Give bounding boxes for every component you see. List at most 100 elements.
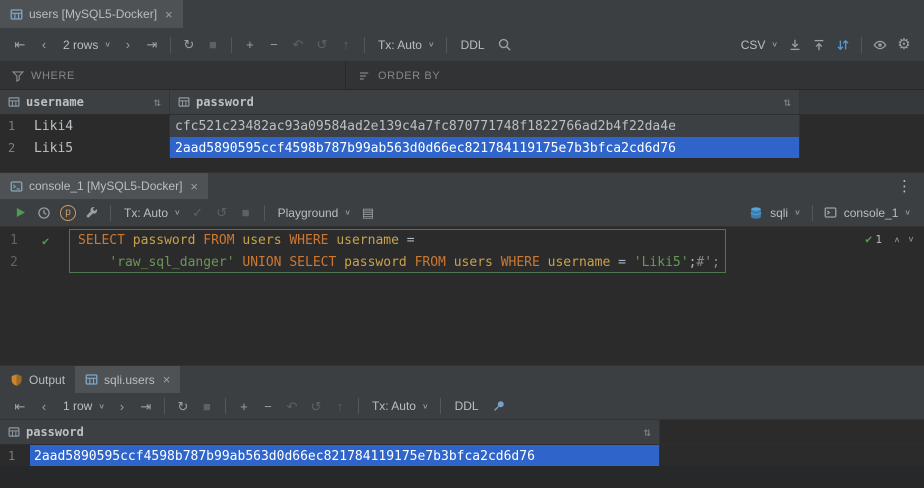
tab-result-grid[interactable]: sqli.users ×: [75, 366, 180, 393]
cell-password-selected[interactable]: 2aad5890595ccf4598b787b99ab563d0d66ec821…: [170, 137, 800, 159]
page-size-dropdown[interactable]: 1 row ∨: [61, 399, 105, 413]
bottom-strip: [0, 466, 924, 488]
sql-token: #';: [696, 255, 719, 270]
sql-token: SELECT: [78, 233, 133, 248]
column-header-username[interactable]: username ⇅: [0, 90, 170, 114]
row-number: 1: [0, 119, 34, 133]
row-number: 2: [0, 141, 34, 155]
page-size-dropdown[interactable]: 2 rows ∨: [61, 38, 111, 52]
tx-mode-dropdown[interactable]: Tx: Auto ∨: [122, 206, 181, 220]
prev-problem-icon[interactable]: ∨: [894, 235, 900, 244]
reload-icon[interactable]: ↻: [179, 35, 199, 55]
tab-output[interactable]: Output: [0, 366, 75, 393]
table-icon: [85, 373, 98, 386]
sql-token: WHERE: [289, 233, 336, 248]
prev-page-button[interactable]: ‹: [34, 396, 54, 416]
sql-token: FROM: [415, 255, 454, 270]
column-header-password[interactable]: password ⇅: [0, 420, 660, 444]
last-page-button[interactable]: ⇥: [136, 396, 156, 416]
sql-token: FROM: [203, 233, 242, 248]
export-data-icon[interactable]: [809, 35, 829, 55]
revert-icon: ↶: [288, 35, 308, 55]
playground-mode-dropdown[interactable]: Playground ∨: [276, 206, 351, 220]
result-toolbar: ⇤ ‹ 1 row ∨ › ⇥ ↻ ■ + − ↶ ↺ ↑ Tx: Auto ∨…: [0, 393, 924, 420]
editor-tabbar: users [MySQL5-Docker] ×: [0, 0, 924, 28]
separator: [364, 37, 365, 53]
settings-gear-icon[interactable]: ⚙: [894, 35, 914, 55]
sql-editor[interactable]: 1 2 ✔ SELECT password FROM users WHERE u…: [0, 227, 924, 365]
wrench-settings-icon[interactable]: [82, 203, 102, 223]
sql-token: =: [618, 255, 634, 270]
close-icon[interactable]: ×: [165, 8, 173, 21]
sql-token: [78, 255, 109, 270]
header-filler: [800, 90, 924, 114]
prev-page-button[interactable]: ‹: [34, 35, 54, 55]
search-icon[interactable]: [495, 35, 515, 55]
submit-icon: ↑: [336, 35, 356, 55]
more-options-icon[interactable]: ⋮: [885, 173, 924, 199]
reload-icon[interactable]: ↻: [173, 396, 193, 416]
cell-password-selected[interactable]: 2aad5890595ccf4598b787b99ab563d0d66ec821…: [30, 445, 660, 467]
ddl-button[interactable]: DDL: [455, 399, 479, 413]
sync-arrows-icon[interactable]: [833, 35, 853, 55]
row-count-label: 1 row: [63, 399, 92, 413]
sort-toggle-icon[interactable]: ⇅: [784, 95, 791, 109]
sql-token: =: [407, 233, 415, 248]
column-icon: [8, 96, 20, 108]
table-row: 1 Liki4 cfc521c23482ac93a09584ad2e139c4a…: [0, 115, 924, 137]
ddl-button[interactable]: DDL: [461, 38, 485, 52]
tab-users-grid[interactable]: users [MySQL5-Docker] ×: [0, 0, 183, 28]
row-count-label: 2 rows: [63, 38, 98, 52]
view-as-list-icon[interactable]: ▤: [358, 203, 378, 223]
add-row-icon[interactable]: +: [240, 35, 260, 55]
add-row-icon[interactable]: +: [234, 396, 254, 416]
import-data-icon[interactable]: [785, 35, 805, 55]
schema-switcher-dropdown[interactable]: sqli ∨: [749, 206, 801, 220]
run-play-icon[interactable]: [10, 203, 30, 223]
grid-header-row: password ⇅: [0, 420, 924, 445]
where-filter-field[interactable]: WHERE: [0, 62, 345, 89]
sql-token: 'Liki5': [634, 255, 689, 270]
sql-line[interactable]: 'raw_sql_danger' UNION SELECT password F…: [78, 252, 720, 274]
sort-toggle-icon[interactable]: ⇅: [154, 95, 161, 109]
tx-mode-dropdown[interactable]: Tx: Auto ∨: [370, 399, 429, 413]
history-clock-icon[interactable]: [34, 203, 54, 223]
statement-success-check-icon: ✔: [42, 230, 49, 252]
next-problem-icon[interactable]: ∨: [908, 235, 914, 244]
delete-row-icon[interactable]: −: [264, 35, 284, 55]
last-page-button[interactable]: ⇥: [142, 35, 162, 55]
sql-token: password: [133, 233, 203, 248]
cell-username[interactable]: Liki5: [34, 137, 170, 159]
first-page-button[interactable]: ⇤: [10, 35, 30, 55]
next-page-button[interactable]: ›: [112, 396, 132, 416]
close-icon[interactable]: ×: [190, 180, 198, 193]
order-by-filter-field[interactable]: ORDER BY: [346, 62, 440, 89]
tab-console[interactable]: console_1 [MySQL5-Docker] ×: [0, 173, 208, 199]
view-options-eye-icon[interactable]: [870, 35, 890, 55]
filter-funnel-icon: [12, 70, 24, 82]
inspection-widget[interactable]: ✔ 1 ∨ ∨: [865, 232, 914, 246]
next-page-button[interactable]: ›: [118, 35, 138, 55]
column-header-password[interactable]: password ⇅: [170, 90, 800, 114]
commit-check-icon: ✓: [188, 203, 208, 223]
header-filler: [660, 420, 924, 444]
cell-password[interactable]: cfc521c23482ac93a09584ad2e139c4a7fc87077…: [170, 115, 800, 137]
close-icon[interactable]: ×: [163, 373, 171, 386]
sort-toggle-icon[interactable]: ⇅: [644, 425, 651, 439]
console-file-icon: [10, 180, 23, 193]
delete-row-icon[interactable]: −: [258, 396, 278, 416]
session-switcher-dropdown[interactable]: console_1 ∨: [824, 206, 911, 220]
tx-label: Tx: Auto: [378, 38, 422, 52]
parameters-badge-icon[interactable]: p: [60, 205, 76, 221]
cell-username[interactable]: Liki4: [34, 115, 170, 137]
row-filler: [660, 445, 924, 467]
export-format-dropdown[interactable]: CSV ∨: [739, 38, 778, 52]
sql-line[interactable]: SELECT password FROM users WHERE usernam…: [78, 230, 415, 252]
pin-tab-icon[interactable]: [489, 396, 509, 416]
sql-token: users: [242, 233, 289, 248]
first-page-button[interactable]: ⇤: [10, 396, 30, 416]
chevron-down-icon: ∨: [428, 40, 435, 49]
grid-toolbar: ⇤ ‹ 2 rows ∨ › ⇥ ↻ ■ + − ↶ ↺ ↑ Tx: Auto …: [0, 28, 924, 62]
success-check-icon: ✔: [865, 232, 872, 246]
tx-mode-dropdown[interactable]: Tx: Auto ∨: [376, 38, 435, 52]
